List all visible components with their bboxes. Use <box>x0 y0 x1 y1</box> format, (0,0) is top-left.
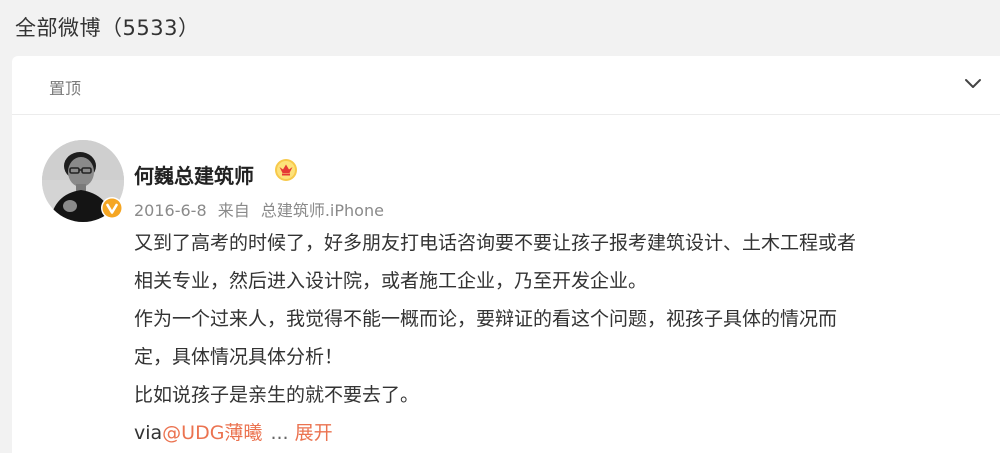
expand-link[interactable]: 展开 <box>295 422 333 444</box>
post-line: 又到了高考的时候了，好多朋友打电话咨询要不要让孩子报考建筑设计、土木工程或者 <box>134 232 857 254</box>
post-source: 总建筑师.iPhone <box>260 201 384 220</box>
post-date[interactable]: 2016-6-8 <box>134 201 207 220</box>
pinned-post-card: 置顶 何巍总建筑师 2016-6-8 来自 总建筑师.iPhone 又到了高考的… <box>12 56 1000 453</box>
source-prefix: 来自 <box>217 201 250 220</box>
avatar[interactable] <box>42 140 124 222</box>
via-prefix: via <box>134 422 163 444</box>
post-text: 又到了高考的时候了，好多朋友打电话咨询要不要让孩子报考建筑设计、土木工程或者 相… <box>134 224 984 452</box>
pinned-label: 置顶 <box>49 79 82 98</box>
post-line: 比如说孩子是亲生的就不要去了。 <box>134 384 420 406</box>
mention-link[interactable]: @UDG薄曦 <box>162 422 262 444</box>
ellipsis: ... <box>270 422 289 444</box>
crown-icon[interactable] <box>274 158 298 182</box>
post-line: 相关专业，然后进入设计院，或者施工企业，乃至开发企业。 <box>134 270 648 292</box>
post-meta: 2016-6-8 来自 总建筑师.iPhone <box>134 197 384 221</box>
divider <box>12 114 1000 115</box>
chevron-down-icon[interactable] <box>962 72 984 94</box>
post-line: 定，具体情况具体分析！ <box>134 346 344 368</box>
post-footer-line: via@UDG薄曦... 展开 <box>134 414 984 452</box>
page-header: 全部微博（5533） <box>0 0 1000 56</box>
verified-badge-icon <box>101 197 123 219</box>
post-author[interactable]: 何巍总建筑师 <box>134 160 254 189</box>
post-line: 作为一个过来人，我觉得不能一概而论，要辩证的看这个问题，视孩子具体的情况而 <box>134 308 838 330</box>
page-title: 全部微博（5533） <box>15 16 200 40</box>
